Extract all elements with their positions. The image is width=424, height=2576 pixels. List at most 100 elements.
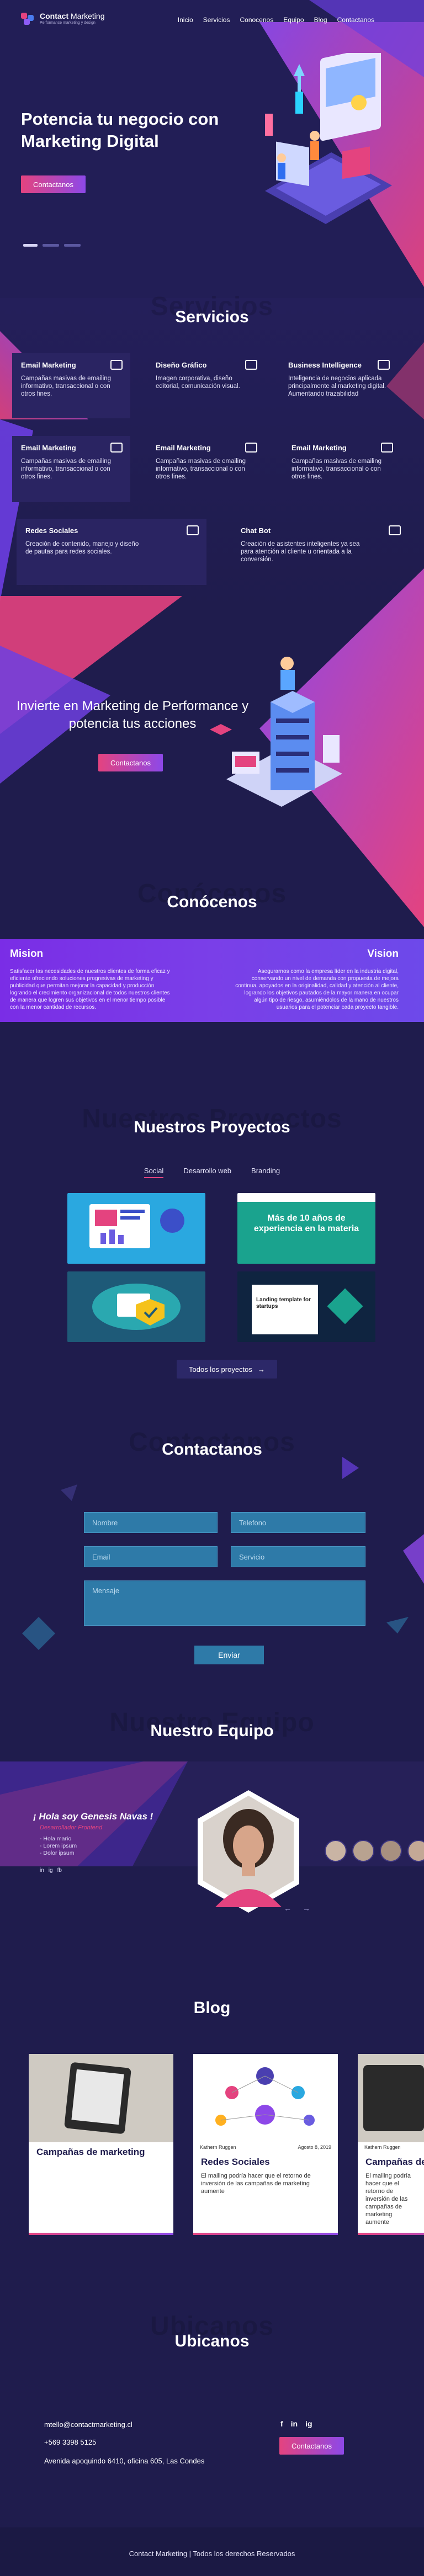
blog-meta: Kathern Ruggen <box>358 2142 424 2152</box>
blog-image <box>193 2054 338 2142</box>
service-desc: Campañas masivas de emailing informativo… <box>292 458 381 480</box>
security-illustration <box>92 1284 181 1330</box>
service-title: Redes Sociales <box>25 526 78 535</box>
hero-section: Potencia tu negocio con Marketing Digita… <box>0 0 424 287</box>
service-card-email-marketing[interactable]: Email Marketing Campañas masivas de emai… <box>283 436 401 502</box>
facebook-icon[interactable]: fb <box>57 1867 62 1874</box>
equipo-title: Nuestro Equipo <box>150 1722 274 1740</box>
blog-card[interactable]: Kathern Ruggen Agosto 8, 2019 Redes Soci… <box>193 2054 338 2235</box>
brand-tagline: Performance marketing y design <box>40 21 96 25</box>
service-title: Business Intelligence <box>288 361 362 369</box>
service-card-chat-bot[interactable]: Chat Bot Creación de asistentes intelige… <box>232 519 409 585</box>
logo[interactable]: Contact Marketing Performance marketing … <box>21 12 104 25</box>
ubicanos-title: Ubicanos <box>174 2332 250 2350</box>
name-input[interactable] <box>84 1512 218 1533</box>
hero-slider-dots <box>23 244 81 247</box>
service-desc: Imagen corporativa, diseño editorial, co… <box>156 375 240 390</box>
nav-link-inicio[interactable]: Inicio <box>178 16 193 24</box>
blog-card[interactable]: Kathern Ruggen Campañas de El mailing po… <box>358 2054 424 2235</box>
service-card-email-marketing[interactable]: Email Marketing Campañas masivas de emai… <box>12 353 130 418</box>
service-title: Email Marketing <box>292 444 347 452</box>
tab-desarrollo-web[interactable]: Desarrollo web <box>183 1167 231 1178</box>
email-icon <box>110 360 123 370</box>
blog-card[interactable]: Campañas de marketing <box>29 2054 173 2235</box>
send-button[interactable]: Enviar <box>194 1646 264 1664</box>
tab-social[interactable]: Social <box>144 1167 164 1178</box>
contact-phone[interactable]: +569 3398 5125 <box>44 2438 96 2446</box>
service-title: Email Marketing <box>156 444 211 452</box>
contact-email[interactable]: mtello@contactmarketing.cl <box>44 2420 132 2429</box>
arrow-right-icon: → <box>257 1365 265 1374</box>
page: Contact Marketing Performance marketing … <box>0 0 424 2576</box>
hero-contact-button[interactable]: Contactanos <box>21 175 86 193</box>
message-textarea[interactable] <box>84 1580 365 1626</box>
avatar[interactable] <box>352 1840 374 1862</box>
slider-dot[interactable] <box>64 244 81 247</box>
project-banner-text: Más de 10 años de experiencia en la mate… <box>253 1214 359 1233</box>
team-next-arrow-icon[interactable]: → <box>303 1904 310 1913</box>
conocenos-title: Conócenos <box>167 893 257 911</box>
team-prev-arrow-icon[interactable]: ← <box>284 1904 292 1913</box>
email-input[interactable] <box>84 1546 218 1567</box>
project-thumb[interactable]: Más de 10 años de experiencia en la mate… <box>237 1193 375 1264</box>
linkedin-icon[interactable]: in <box>40 1867 44 1874</box>
email-icon <box>110 443 123 453</box>
proyectos-title: Nuestros Proyectos <box>134 1118 290 1136</box>
service-card-redes-sociales[interactable]: Redes Sociales Creación de contenido, ma… <box>17 519 206 585</box>
blog-card-accent <box>29 2233 173 2235</box>
servicios-title: Servicios <box>175 308 249 326</box>
slider-dot[interactable] <box>43 244 59 247</box>
blog-post-title: Campañas de marketing <box>36 2147 145 2157</box>
facebook-icon[interactable]: f <box>280 2419 283 2428</box>
cube-icon <box>245 360 257 370</box>
service-desc: Creación de asistentes inteligentes ya s… <box>241 541 360 563</box>
cta-contact-button[interactable]: Contactanos <box>98 754 163 771</box>
nav-link-conocenos[interactable]: Conocenos <box>240 16 273 24</box>
nav-link-equipo[interactable]: Equipo <box>283 16 304 24</box>
all-projects-button[interactable]: Todos los proyectos → <box>177 1360 277 1379</box>
project-tabs: Social Desarrollo web Branding <box>0 1167 424 1178</box>
phone-input[interactable] <box>231 1512 365 1533</box>
footer-copyright: Contact Marketing | Todos los derechos R… <box>129 2550 295 2558</box>
service-desc: Campañas masivas de emailing informativo… <box>21 375 111 397</box>
slider-dot[interactable] <box>23 244 38 247</box>
social-network-illustration <box>215 2067 315 2126</box>
blog-meta: Kathern Ruggen Agosto 8, 2019 <box>193 2142 338 2152</box>
project-thumb[interactable] <box>67 1271 205 1342</box>
project-thumb[interactable] <box>67 1193 205 1264</box>
share-icon <box>381 443 393 453</box>
service-input[interactable] <box>231 1546 365 1567</box>
service-card-email-marketing[interactable]: Email Marketing Campañas masivas de emai… <box>12 436 130 502</box>
blog-post-desc: El mailing podría hacer que el retorno d… <box>365 2173 411 2226</box>
service-card-email-marketing[interactable]: Email Marketing Campañas masivas de emai… <box>147 436 265 502</box>
project-thumb[interactable]: Landing template for startups <box>237 1271 375 1342</box>
tab-branding[interactable]: Branding <box>251 1167 280 1178</box>
avatar[interactable] <box>380 1840 402 1862</box>
team-member-photo <box>198 1790 299 1913</box>
blog-card-accent <box>193 2233 338 2235</box>
instagram-icon[interactable]: ig <box>49 1867 53 1874</box>
footer-contact-button[interactable]: Contactanos <box>279 2437 344 2455</box>
bi-icon <box>378 360 390 370</box>
blog-author: Kathern Ruggen <box>364 2144 401 2150</box>
mision-title: Mision <box>10 948 44 960</box>
service-card-diseno-grafico[interactable]: Diseño Gráfico Imagen corporativa, diseñ… <box>147 353 265 418</box>
mision-text: Satisfacer las necesidades de nuestros c… <box>10 968 170 1010</box>
avatar[interactable] <box>325 1840 347 1862</box>
blog-image <box>358 2054 424 2142</box>
vision-title: Vision <box>367 948 399 960</box>
nav-link-contactanos[interactable]: Contactanos <box>337 16 374 24</box>
blog-author: Kathern Ruggen <box>200 2144 236 2150</box>
list-item: Lorem ipsum <box>40 1843 77 1850</box>
service-card-business-intelligence[interactable]: Business Intelligence Inteligencia de ne… <box>279 353 398 418</box>
mision-vision-band: Mision Satisfacer las necesidades de nue… <box>0 939 424 1022</box>
service-desc: Inteligencia de negocios aplicada princi… <box>288 375 386 397</box>
nav-link-servicios[interactable]: Servicios <box>203 16 230 24</box>
instagram-icon[interactable]: ig <box>305 2419 312 2428</box>
blog-title: Blog <box>193 1999 231 2017</box>
blog-post-title: Campañas de <box>365 2157 424 2167</box>
blog-post-title: Redes Sociales <box>201 2157 270 2167</box>
nav-link-blog[interactable]: Blog <box>314 16 327 24</box>
service-title: Diseño Gráfico <box>156 361 207 369</box>
linkedin-icon[interactable]: in <box>291 2419 298 2428</box>
